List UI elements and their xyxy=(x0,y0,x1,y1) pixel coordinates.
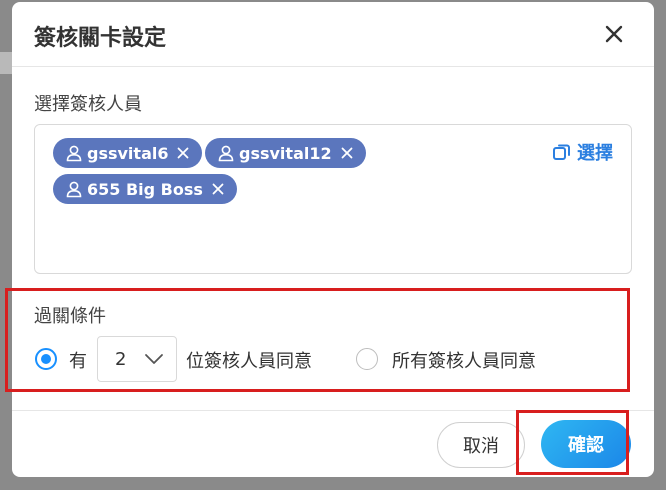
close-icon[interactable] xyxy=(602,22,626,46)
remove-tag-icon[interactable] xyxy=(176,146,190,160)
approver-tag-label: gssvital12 xyxy=(239,143,332,163)
approver-tag: 655 Big Boss xyxy=(53,174,237,204)
dialog-header: 簽核關卡設定 xyxy=(12,2,654,67)
user-icon xyxy=(66,145,82,162)
user-icon xyxy=(66,181,82,198)
approval-stage-dialog: 簽核關卡設定 選擇簽核人員 gssvital6 gssvital12 655 B… xyxy=(12,2,654,477)
approvers-field[interactable]: gssvital6 gssvital12 655 Big Boss 選擇 xyxy=(34,124,632,274)
copy-icon xyxy=(553,144,570,160)
approver-tag-label: 655 Big Boss xyxy=(87,179,203,199)
user-icon xyxy=(218,145,234,162)
remove-tag-icon[interactable] xyxy=(340,146,354,160)
dialog-title: 簽核關卡設定 xyxy=(34,26,167,51)
approver-tag: gssvital6 xyxy=(53,138,203,168)
approvers-label: 選擇簽核人員 xyxy=(34,94,142,115)
approver-tag-label: gssvital6 xyxy=(87,143,169,163)
confirm-highlight-frame xyxy=(516,410,629,475)
remove-tag-icon[interactable] xyxy=(211,182,225,196)
condition-highlight-frame xyxy=(5,288,630,392)
select-approvers-button[interactable]: 選擇 xyxy=(552,139,613,165)
cancel-button[interactable]: 取消 xyxy=(437,422,525,468)
approver-tag: gssvital12 xyxy=(205,138,366,168)
select-approvers-label: 選擇 xyxy=(577,143,613,164)
